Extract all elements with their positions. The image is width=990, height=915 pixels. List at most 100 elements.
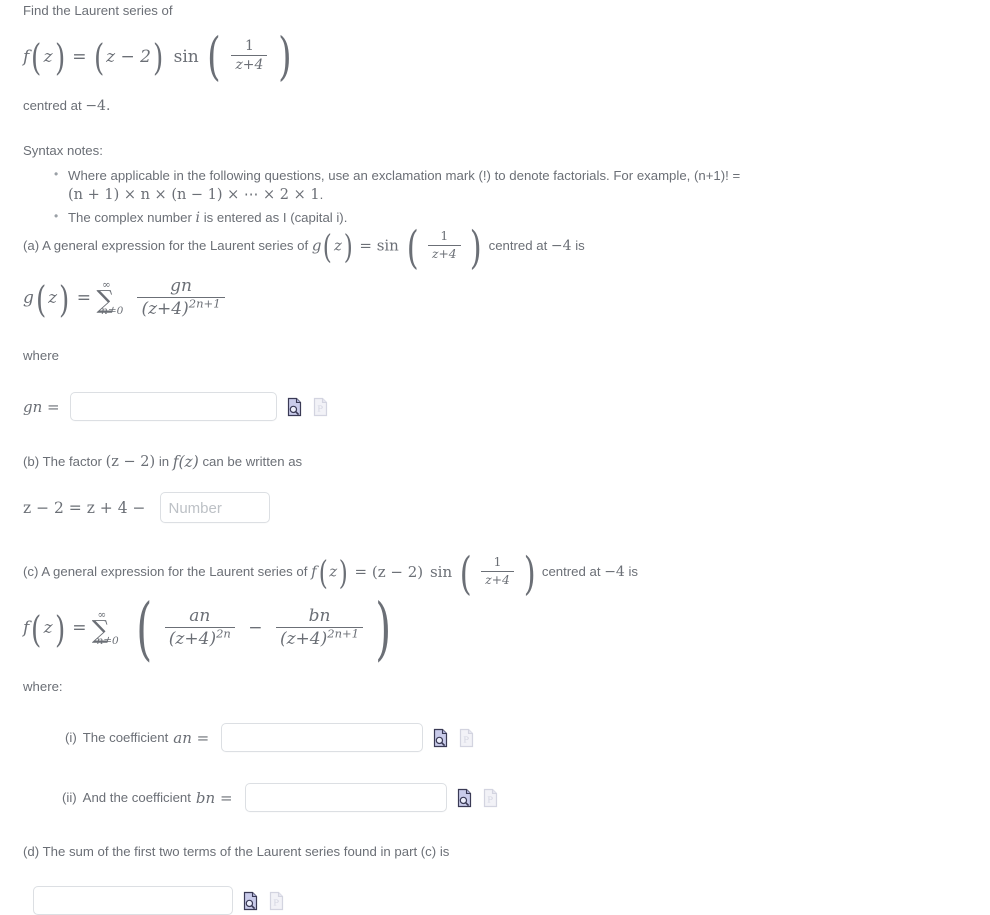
part-c-i-an-input[interactable]: [221, 723, 424, 752]
part-a-text-3: is: [575, 238, 585, 253]
paren-open-icon: (: [136, 589, 153, 669]
part-a-sin-denominator: z+4: [431, 246, 457, 261]
help-icon-svg: P: [483, 788, 497, 807]
centred-at-label: centred at: [23, 98, 82, 113]
paren-close-icon: ): [338, 553, 349, 592]
part-a-centre: −4: [550, 238, 572, 255]
part-c-term2-den-exponent: 2n+1: [327, 626, 360, 641]
part-c-sin-fraction: 1 z+4: [481, 555, 514, 587]
intro-sin-denominator: z+4: [235, 57, 264, 74]
part-c-ii-text: And the coefficient: [82, 789, 191, 805]
part-c-term2-den-base: (z+4): [279, 628, 328, 649]
document-magnifier-preview-icon[interactable]: [432, 728, 449, 748]
part-c-i-text: The coefficient: [82, 729, 169, 745]
part-c-term1-den-base: (z+4): [168, 628, 217, 649]
paren-open-icon: (: [31, 607, 42, 651]
part-b-equation-lhs: z − 2 = z + 4 −: [23, 498, 146, 517]
syntax-notes-heading: Syntax notes:: [23, 143, 103, 158]
paren-open-icon: (: [459, 546, 472, 600]
document-magnifier-preview-icon[interactable]: [456, 788, 473, 808]
preview-icon-svg: [434, 728, 448, 747]
part-c-centre: −4: [604, 564, 625, 581]
part-c-term2-denominator: (z+4)2n+1: [276, 626, 363, 649]
part-c-ii-bn-input[interactable]: [244, 783, 447, 812]
equals-sign: =: [196, 728, 210, 747]
paren-open-icon: (: [323, 227, 333, 266]
question-page: Find the Laurent series of f(z) = (z − 2…: [0, 0, 990, 915]
part-c-i-coef-group: an =: [173, 729, 209, 747]
part-c-where-label: where:: [23, 679, 63, 694]
part-c-label: (c): [23, 564, 39, 579]
paren-close-icon: ): [277, 28, 292, 88]
part-a-series-block: g(z) = ∑ ∞ n=0 gn (z+4)2n+1: [0, 277, 237, 319]
paren-open-icon: (: [207, 28, 221, 88]
intro-prompt: Find the Laurent series of: [23, 3, 173, 18]
part-a-text-1: A general expression for the Laurent ser…: [42, 238, 309, 253]
part-a-text-2: centred at: [488, 238, 548, 253]
part-c-term1-den-exponent: 2n: [216, 626, 231, 641]
equals-sign: =: [354, 562, 368, 581]
equals-sign: =: [72, 46, 87, 67]
equals-sign: =: [47, 397, 60, 416]
paren-close-icon: ): [375, 589, 392, 669]
part-b-text-2: in: [158, 453, 170, 469]
document-p-help-icon[interactable]: P: [312, 397, 329, 417]
document-magnifier-preview-icon[interactable]: [286, 397, 303, 417]
intro-formula-block: f(z) = (z − 2) sin ( 1 z+4 ): [0, 28, 305, 88]
help-icon-svg: P: [313, 397, 327, 416]
paren-open-icon: (: [406, 220, 419, 274]
intro-centre-value: −4.: [85, 98, 111, 115]
part-c-text-2: centred at: [541, 564, 601, 579]
part-c-ii-answer-group: (ii) And the coefficient bn = P: [62, 783, 499, 812]
part-c-series-var: z: [43, 618, 53, 639]
svg-text:P: P: [317, 404, 323, 414]
part-d-sum-input[interactable]: [33, 886, 233, 915]
preview-icon-svg: [243, 891, 258, 910]
equals-sign: =: [72, 618, 87, 639]
part-c-i-label: (i): [65, 729, 77, 745]
part-a-coef-label: gn =: [23, 398, 60, 416]
part-d-label: (d): [23, 844, 40, 859]
syntax-note-text-after: is entered as I (capital i).: [200, 209, 348, 225]
help-icon-svg: P: [460, 728, 474, 747]
part-c-ii-answer-row: (ii) And the coefficient bn = P: [62, 783, 499, 812]
intro-centre-text: centred at −4.: [23, 97, 110, 116]
syntax-notes-list: • Where applicable in the following ques…: [23, 166, 980, 229]
part-a-question: (a) A general expression for the Laurent…: [0, 220, 595, 274]
paren-open-icon: (: [93, 36, 105, 80]
part-c-sin-label: sin: [429, 562, 453, 581]
part-a-den-base: (z+4): [141, 298, 189, 319]
part-c-term1-fraction: an (z+4)2n: [164, 607, 235, 649]
part-a-answer-group: gn = P: [23, 392, 329, 421]
part-a-text: (a) A general expression for the Laurent…: [23, 220, 585, 274]
part-b-number-input[interactable]: [159, 492, 270, 523]
summation: ∑ ∞ n=0: [96, 278, 124, 317]
document-p-help-icon[interactable]: P: [268, 891, 285, 911]
part-b-text-1: The factor: [42, 453, 102, 469]
part-c-ii-coef: bn: [195, 788, 216, 807]
part-d-text-group: (d) The sum of the first two terms of th…: [23, 843, 449, 861]
paren-open-icon: (: [318, 553, 328, 592]
syntax-note-item: • Where applicable in the following ques…: [54, 166, 980, 206]
intro-sin-label: sin: [173, 46, 199, 67]
document-magnifier-preview-icon[interactable]: [242, 891, 259, 911]
part-a-series-var: z: [48, 288, 58, 309]
document-p-help-icon[interactable]: P: [458, 728, 475, 748]
syntax-note-item: • The complex number i is entered as I (…: [54, 208, 980, 229]
document-p-help-icon[interactable]: P: [482, 788, 499, 808]
part-c-i-coef: an: [173, 728, 192, 747]
part-a-series-numerator: gn: [137, 277, 225, 298]
part-a-gn-input[interactable]: [69, 392, 277, 421]
part-c-ii-label: (ii): [62, 789, 77, 805]
part-a-where-block: where: [0, 347, 69, 365]
part-a-sin-numerator: 1: [427, 229, 461, 246]
part-a-inline-formula: g(z) = sin ( 1 z+4 ): [312, 220, 485, 274]
equals-sign: =: [219, 788, 233, 807]
part-b-label: (b): [23, 453, 40, 469]
part-b-text: (b) The factor (z − 2) in f(z) can be wr…: [23, 452, 302, 473]
part-a-series-denominator: (z+4)2n+1: [137, 297, 224, 319]
bullet-icon: •: [54, 166, 59, 181]
help-icon-svg: P: [269, 891, 284, 910]
part-c-i-answer-group: (i) The coefficient an = P: [65, 723, 475, 752]
part-b-answer-group: z − 2 = z + 4 −: [23, 492, 270, 523]
